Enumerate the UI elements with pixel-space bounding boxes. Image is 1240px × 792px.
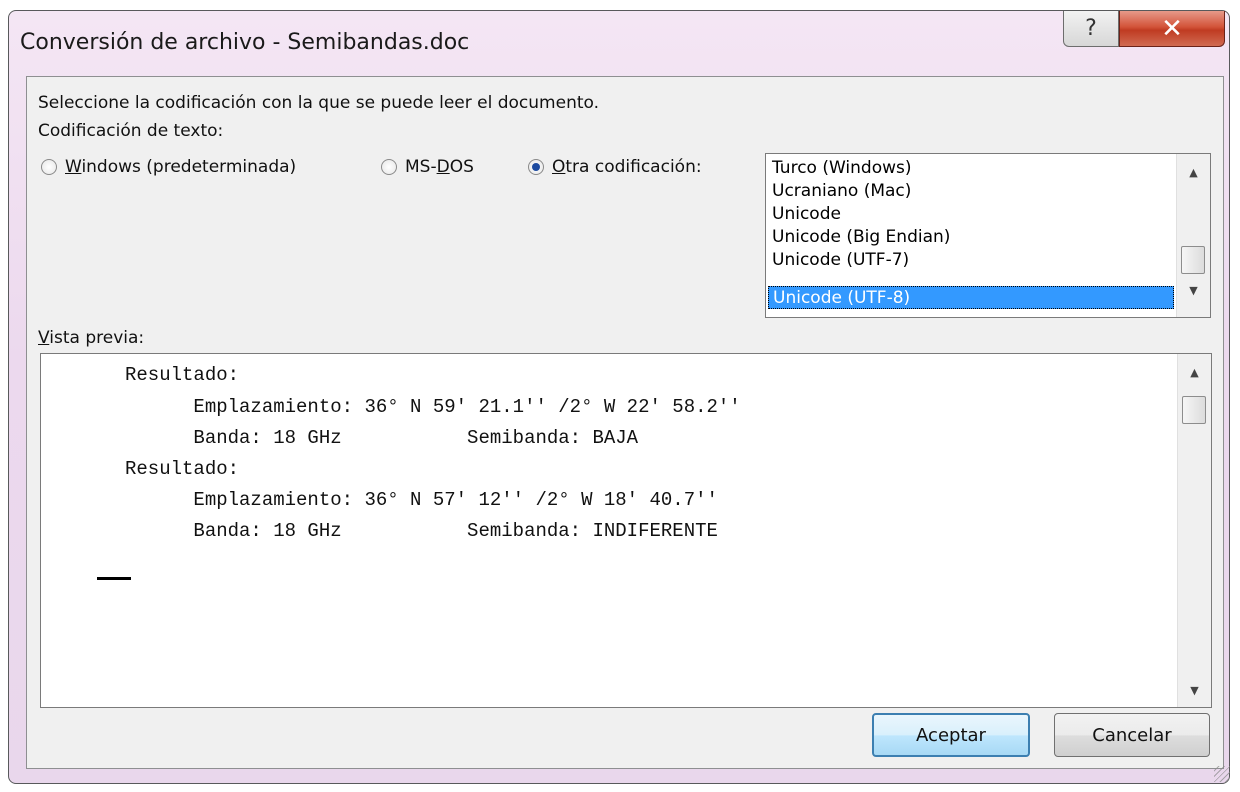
- instruction-text: Seleccione la codificación con la que se…: [38, 93, 600, 113]
- preview-line: Banda: 18 GHz Semibanda: INDIFERENTE: [125, 520, 718, 542]
- scroll-up-icon[interactable]: ▲: [1178, 366, 1211, 379]
- scroll-down-icon[interactable]: ▼: [1178, 684, 1211, 697]
- preview-label: Vista previa:: [38, 328, 145, 348]
- scroll-thumb[interactable]: [1182, 396, 1206, 424]
- encoding-listbox[interactable]: Turco (Windows) Ucraniano (Mac) Unicode …: [765, 153, 1211, 318]
- cancel-button[interactable]: Cancelar: [1054, 713, 1210, 757]
- radio-other-circle[interactable]: [528, 159, 544, 175]
- scroll-up-icon[interactable]: ▲: [1177, 166, 1210, 179]
- list-item-selected[interactable]: Unicode (UTF-8): [768, 286, 1174, 309]
- scroll-down-icon[interactable]: ▼: [1177, 284, 1210, 297]
- text-cursor: [97, 577, 131, 580]
- resize-grip-icon[interactable]: [1214, 766, 1230, 782]
- list-item[interactable]: Unicode: [768, 203, 1174, 226]
- radio-windows-circle[interactable]: [41, 159, 57, 175]
- radio-windows[interactable]: Windows (predeterminada): [41, 157, 296, 177]
- preview-line: Emplazamiento: 36° N 59' 21.1'' /2° W 22…: [125, 396, 741, 418]
- list-item[interactable]: Unicode (UTF-7): [768, 249, 1174, 272]
- preview-pane[interactable]: Resultado: Emplazamiento: 36° N 59' 21.1…: [40, 353, 1212, 708]
- close-button[interactable]: ✕: [1119, 11, 1225, 47]
- radio-other-encoding[interactable]: Otra codificación:: [528, 157, 702, 177]
- radio-msdos[interactable]: MS-DOS: [381, 157, 474, 177]
- ok-button[interactable]: Aceptar: [872, 713, 1030, 757]
- radio-windows-label: Windows (predeterminada): [65, 157, 297, 177]
- preview-line: Emplazamiento: 36° N 57' 12'' /2° W 18' …: [125, 489, 718, 511]
- radio-other-label: Otra codificación:: [552, 157, 702, 177]
- radio-msdos-label: MS-DOS: [405, 157, 474, 177]
- list-item[interactable]: Unicode (Big Endian): [768, 226, 1174, 249]
- scroll-thumb[interactable]: [1181, 246, 1205, 274]
- window-title: Conversión de archivo - Semibandas.doc: [20, 30, 470, 55]
- encoding-label: Codificación de texto:: [38, 121, 224, 141]
- preview-line: Resultado:: [125, 364, 240, 386]
- radio-msdos-circle[interactable]: [381, 159, 397, 175]
- preview-line: Resultado:: [125, 458, 240, 480]
- encoding-scrollbar[interactable]: ▲ ▼: [1176, 154, 1210, 317]
- help-icon: ?: [1085, 16, 1097, 41]
- help-button[interactable]: ?: [1063, 11, 1119, 47]
- close-icon: ✕: [1161, 13, 1183, 44]
- list-item[interactable]: Turco (Windows): [768, 157, 1174, 180]
- list-item[interactable]: Ucraniano (Mac): [768, 180, 1174, 203]
- preview-scrollbar[interactable]: ▲ ▼: [1177, 354, 1211, 707]
- preview-line: Banda: 18 GHz Semibanda: BAJA: [125, 427, 639, 449]
